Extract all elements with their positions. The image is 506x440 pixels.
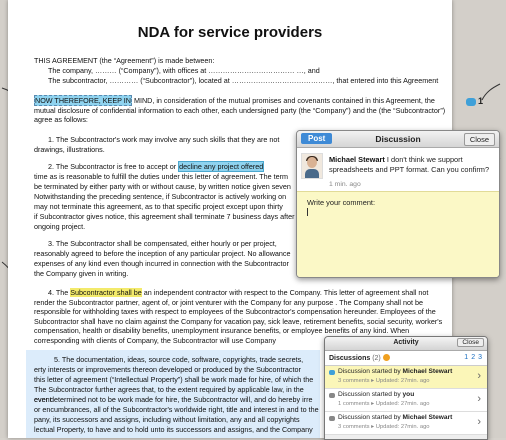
chevron-right-icon: › — [477, 393, 481, 405]
highlight-decline-project[interactable]: decline any project offered — [178, 161, 265, 172]
chevron-right-icon: › — [477, 370, 481, 382]
clause-2-line3: be terminated by either party with or wi… — [34, 182, 291, 191]
clause-1: 1. The Subcontractor's work may involve … — [48, 135, 280, 144]
clause-3: 3. The Subcontractor shall be compensate… — [48, 239, 277, 248]
activity-row[interactable]: Discussion started by Michael Stewart 3 … — [325, 366, 487, 389]
speech-bubble-icon — [329, 416, 335, 421]
clause-5-line6: or encumbrances, all of the Subcontracto… — [34, 405, 319, 414]
clause-5-line2: erty interests or improvements thereon d… — [34, 365, 301, 374]
speech-bubble-icon — [329, 393, 335, 398]
highlight-now-therefore[interactable]: NOW THEREFORE, KEEP IN — [34, 95, 132, 106]
activity-row[interactable]: Discussion started by you 1 comments ▸ U… — [325, 389, 487, 412]
clause-5: 5. The documentation, ideas, source code… — [54, 355, 304, 364]
clause-5-line3: this letter of agreement (“Intellectual … — [34, 375, 314, 384]
activity-close-button[interactable]: Close — [457, 338, 484, 347]
page-link[interactable]: 3 — [478, 354, 482, 361]
activity-row[interactable]: Discussion started by Michael Stewart 3 … — [325, 412, 487, 435]
notification-dot-icon — [382, 354, 390, 361]
clause-2-line5: may not terminate this agreement, as to … — [34, 202, 283, 211]
activity-header: Activity Close — [325, 337, 487, 351]
paragraph-subcontractor: The subcontractor, ………… (“Subcontractor”… — [48, 76, 439, 85]
discussions-count: (2) — [372, 355, 381, 362]
clause-3-line2: reasonably agreed to before the inceptio… — [34, 249, 291, 258]
page-link[interactable]: 1 — [464, 354, 468, 361]
avatar — [301, 153, 323, 179]
message-author: Michael Stewart — [329, 155, 385, 164]
activity-panel: Activity Close Discussions (2) 123 Discu… — [324, 336, 488, 440]
clause-3-line3: expenses of any kind even though incurre… — [34, 259, 289, 268]
clause-2-line6: if Subcontractor gives notice, this agre… — [34, 212, 295, 221]
clause-2-line4: Notwithstanding the preceding sentence, … — [34, 192, 287, 201]
comment-input[interactable]: Write your comment: — [297, 191, 499, 277]
discussion-popup: Post Discussion Close Michael Stewart I … — [296, 130, 500, 278]
paragraph-whereas: NOW THEREFORE, KEEP IN MIND, in consider… — [34, 95, 446, 125]
text-cursor — [307, 208, 308, 216]
speech-bubble-icon — [329, 370, 335, 375]
message-time: 1 min. ago — [329, 181, 361, 188]
discussion-header: Post Discussion Close — [297, 131, 499, 148]
paragraph-company: The company, ……… (“Company”), with offic… — [48, 66, 320, 75]
pagination: 123 — [461, 354, 482, 361]
clause-5-line7: pany, its successors and assigns, includ… — [34, 415, 300, 424]
clause-2-line7: ongoing project. — [34, 222, 86, 231]
comment-count: 1 — [478, 96, 484, 106]
highlight-subcontractor-shall[interactable]: Subcontractor shall be — [70, 288, 142, 297]
clause-3-line4: the Company given in writing. — [34, 269, 129, 278]
discussion-close-button[interactable]: Close — [463, 133, 495, 146]
comment-input-label: Write your comment: — [307, 198, 376, 207]
chevron-right-icon: › — [477, 416, 481, 428]
paragraph-parties: THIS AGREEMENT (the “Agreement”) is made… — [34, 56, 215, 65]
clause-5-line8: lectual Property, to have and to hold un… — [34, 425, 313, 434]
clause-5-line5: ever determined not to be work made for … — [34, 395, 313, 404]
speech-bubble-icon — [466, 98, 476, 106]
clause-2: 2. The Subcontractor is free to accept o… — [48, 161, 265, 172]
discussions-header: Discussions (2) 123 — [325, 351, 487, 366]
clause-1-cont: drawings, illustrations. — [34, 145, 105, 154]
discussions-label: Discussions — [329, 355, 371, 362]
clause-2-line2: time as is reasonable to fulfill the dut… — [34, 172, 288, 181]
comment-count-bubble[interactable]: 1 — [466, 96, 486, 110]
page-link[interactable]: 2 — [471, 354, 475, 361]
document-title: NDA for service providers — [137, 24, 323, 41]
message-text: Michael Stewart I don't think we support… — [329, 155, 490, 174]
